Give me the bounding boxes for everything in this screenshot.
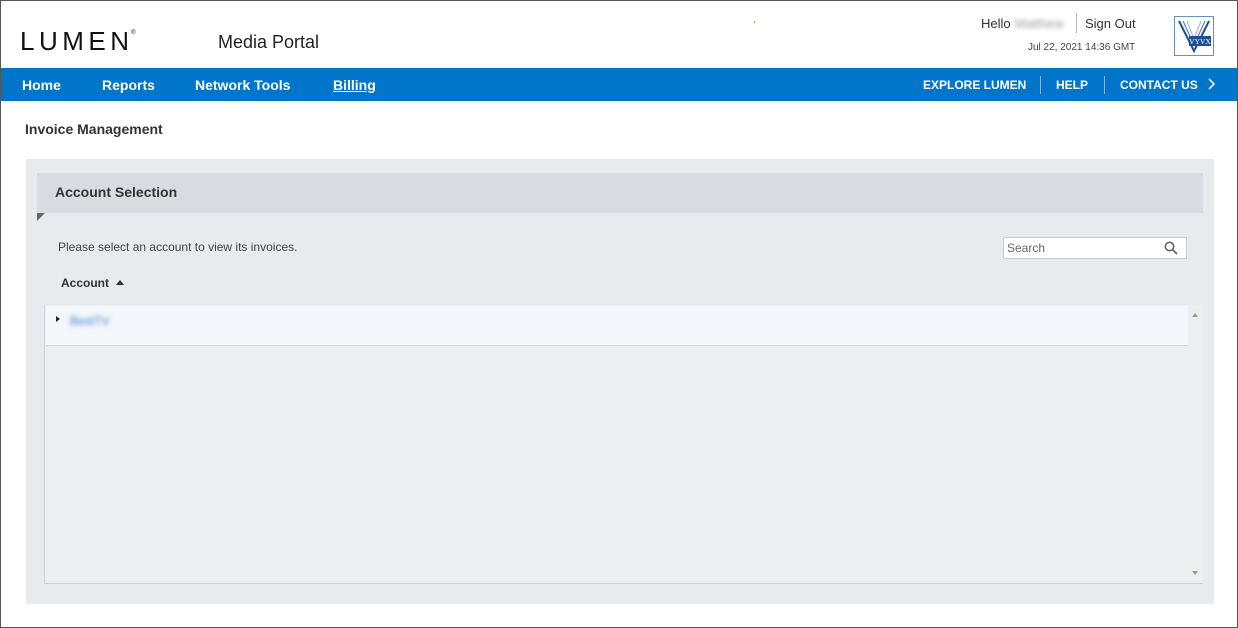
user-name: Matthew: [1014, 16, 1064, 31]
account-selection-panel: Account Selection Please select an accou…: [26, 159, 1214, 604]
nav-network-tools[interactable]: Network Tools: [195, 77, 290, 93]
header-divider: [1076, 13, 1077, 33]
panel-corner-marker: [37, 213, 45, 221]
scroll-up-icon[interactable]: [1192, 313, 1198, 317]
scroll-down-icon[interactable]: [1192, 571, 1198, 575]
panel-title: Account Selection: [55, 184, 178, 200]
panel-header: Account Selection: [37, 173, 1203, 213]
table-row[interactable]: BestTV: [46, 306, 1188, 346]
nav-contact-us[interactable]: CONTACT US: [1120, 78, 1198, 92]
search-box[interactable]: [1003, 237, 1187, 259]
instructions-text: Please select an account to view its inv…: [58, 240, 298, 254]
account-name[interactable]: BestTV: [70, 314, 109, 328]
nav-billing[interactable]: Billing: [333, 77, 376, 93]
chevron-right-icon[interactable]: [1208, 77, 1216, 94]
expand-row-icon[interactable]: [56, 316, 60, 322]
sort-ascending-icon: [116, 280, 124, 286]
registered-mark: ®: [131, 30, 136, 36]
nav-divider: [1040, 76, 1041, 94]
current-timestamp: Jul 22, 2021 14:36 GMT: [1028, 42, 1136, 53]
vyvx-logo-text: VYVX: [1189, 37, 1211, 46]
header: LUMEN ® Media Portal Hello Matthew Sign Ou…: [1, 1, 1237, 68]
column-header-label: Account: [61, 276, 109, 290]
decorative-mark: [754, 21, 755, 23]
lumen-logo[interactable]: LUMEN ®: [20, 26, 136, 57]
sign-out-link[interactable]: Sign Out: [1085, 16, 1136, 31]
vyvx-logo[interactable]: VYVX: [1174, 16, 1214, 56]
user-greeting: Hello Matthew: [981, 16, 1064, 31]
nav-home[interactable]: Home: [22, 77, 61, 93]
search-icon[interactable]: [1164, 241, 1178, 255]
grid-scrollbar[interactable]: [1188, 305, 1203, 583]
nav-divider: [1104, 76, 1105, 94]
logo-text: LUMEN: [20, 26, 134, 56]
main-nav: Home Reports Network Tools Billing EXPLO…: [1, 68, 1237, 101]
search-input[interactable]: [1007, 240, 1157, 256]
nav-explore-lumen[interactable]: EXPLORE LUMEN: [923, 78, 1026, 92]
accounts-grid: BestTV: [44, 305, 1203, 584]
page-title: Invoice Management: [25, 121, 163, 137]
account-column-header[interactable]: Account: [61, 276, 124, 290]
nav-reports[interactable]: Reports: [102, 77, 155, 93]
portal-title: Media Portal: [218, 32, 320, 52]
vyvx-logo-icon: VYVX: [1175, 17, 1213, 55]
nav-help[interactable]: HELP: [1056, 78, 1088, 92]
greeting-prefix: Hello: [981, 16, 1011, 31]
app-window: LUMEN ® Media Portal Hello Matthew Sign Ou…: [0, 0, 1238, 628]
